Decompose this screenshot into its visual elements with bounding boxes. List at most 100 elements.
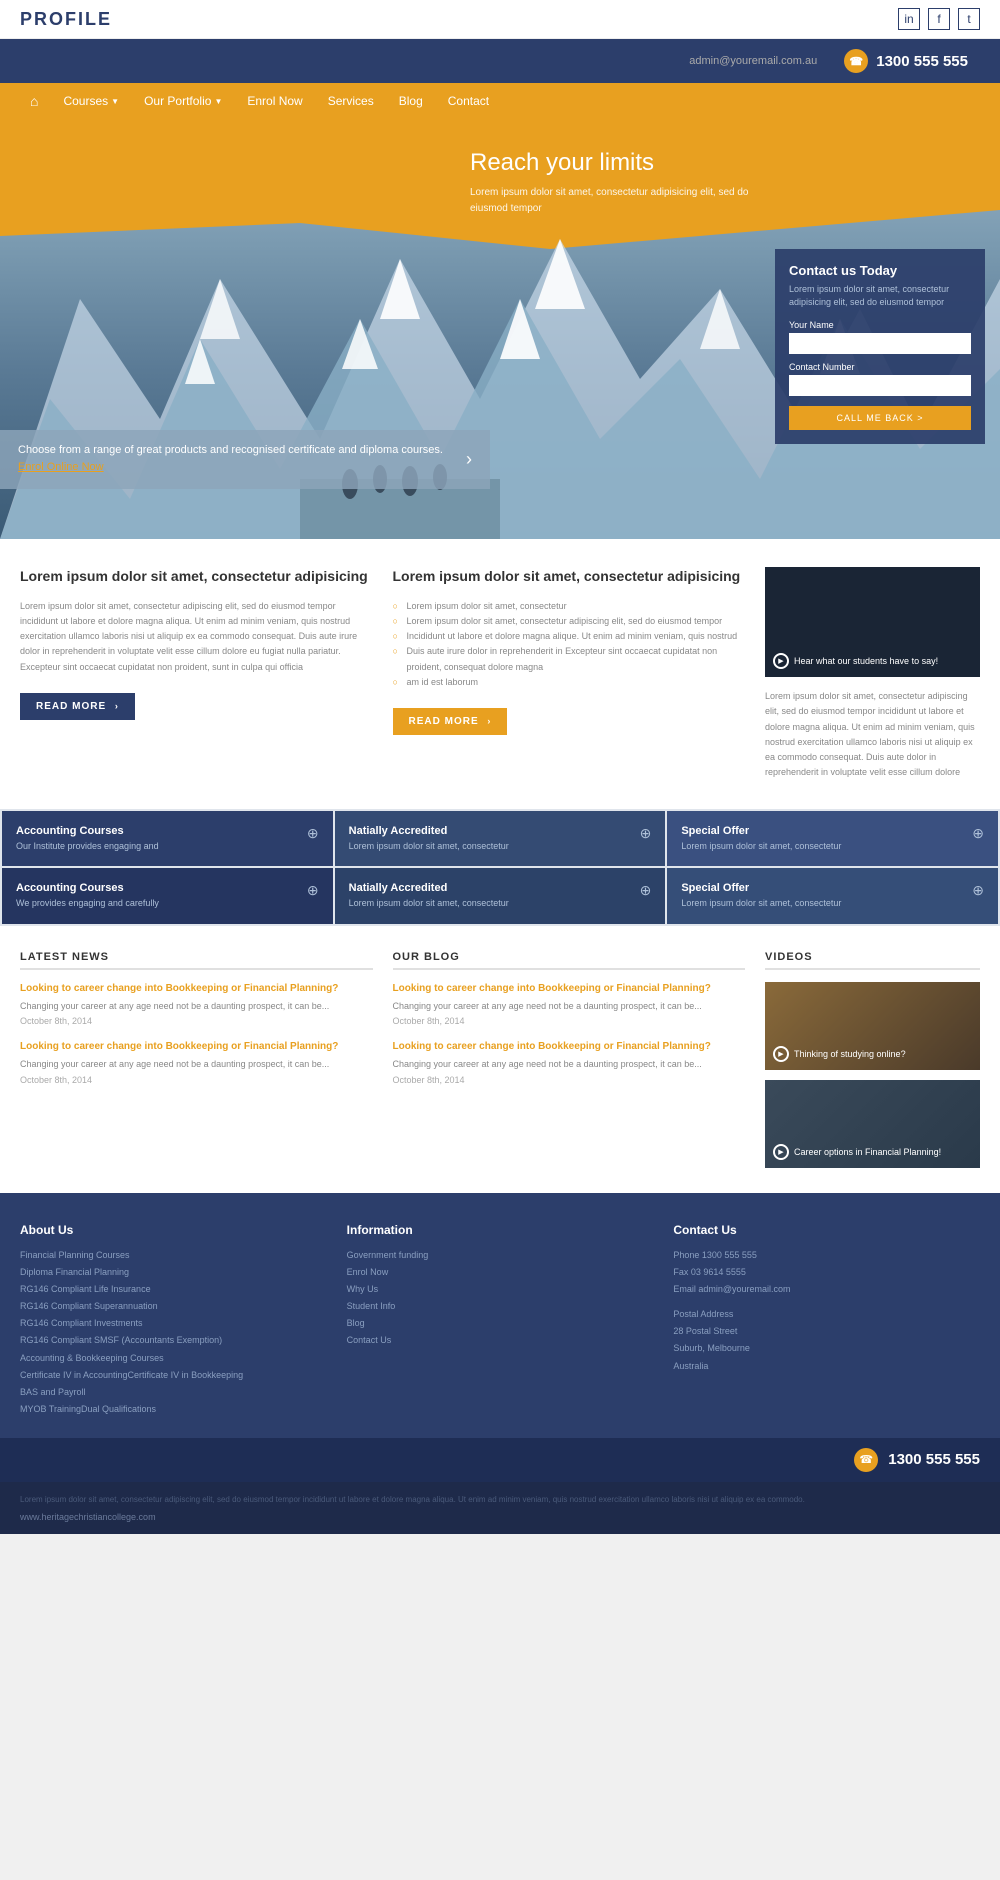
- footer-link[interactable]: Certificate IV in AccountingCertificate …: [20, 1367, 327, 1384]
- banner-strip: Choose from a range of great products an…: [0, 430, 490, 489]
- list-item: ○Lorem ipsum dolor sit amet, consectetur…: [393, 614, 746, 629]
- nav-courses[interactable]: Courses ▼: [53, 84, 129, 118]
- footer-about: About Us Financial Planning Courses Dipl…: [20, 1223, 327, 1418]
- blog-date-1: October 8th, 2014: [393, 1016, 746, 1026]
- feature-item[interactable]: Accounting Courses We provides engaging …: [2, 868, 333, 924]
- play-icon-1[interactable]: ▶: [773, 1046, 789, 1062]
- feature-item[interactable]: Special Offer Lorem ipsum dolor sit amet…: [667, 811, 998, 867]
- hero-text: Reach your limits Lorem ipsum dolor sit …: [470, 149, 750, 217]
- footer-info-links: Government funding Enrol Now Why Us Stud…: [347, 1247, 654, 1350]
- banner-arrow[interactable]: ›: [466, 449, 472, 470]
- play-icon-2[interactable]: ▶: [773, 1144, 789, 1160]
- video-thumbnail[interactable]: ▶ Hear what our students have to say!: [765, 567, 980, 677]
- play-button[interactable]: ▶: [773, 653, 789, 669]
- footer-info-title: Information: [347, 1223, 654, 1237]
- feature-title: Natially Accredited: [349, 825, 509, 837]
- facebook-icon[interactable]: f: [928, 8, 950, 30]
- footer-link[interactable]: Government funding: [347, 1247, 654, 1264]
- video-thumb-2[interactable]: ▶ Career options in Financial Planning!: [765, 1080, 980, 1168]
- call-me-back-button[interactable]: CALL ME BACK >: [789, 406, 971, 430]
- blog-link-2[interactable]: Looking to career change into Bookkeepin…: [393, 1040, 746, 1054]
- footer-bottom: Lorem ipsum dolor sit amet, consectetur …: [0, 1482, 1000, 1534]
- nav-home[interactable]: ⌂: [20, 83, 48, 119]
- read-more-button-1[interactable]: READ MORE ›: [20, 693, 135, 720]
- footer-link[interactable]: Accounting & Bookkeeping Courses: [20, 1350, 327, 1367]
- content-col1-body: Lorem ipsum dolor sit amet, consectetur …: [20, 599, 373, 675]
- email-address: admin@youremail.com.au: [20, 55, 832, 67]
- search-icon: ⊕: [307, 882, 319, 899]
- blog-heading: OUR BLOG: [393, 951, 746, 970]
- blog-link-1[interactable]: Looking to career change into Bookkeepin…: [393, 982, 746, 996]
- news-date-2: October 8th, 2014: [20, 1075, 373, 1085]
- hero-section: Reach your limits Lorem ipsum dolor sit …: [0, 119, 1000, 539]
- footer-link[interactable]: Student Info: [347, 1298, 654, 1315]
- footer-url: www.heritagechristiancollege.com: [20, 1512, 980, 1522]
- feature-title: Special Offer: [681, 825, 841, 837]
- linkedin-icon[interactable]: in: [898, 8, 920, 30]
- feature-desc: Lorem ipsum dolor sit amet, consectetur: [681, 897, 841, 910]
- footer-link[interactable]: Contact Us: [347, 1332, 654, 1349]
- contact-form-card: Contact us Today Lorem ipsum dolor sit a…: [775, 249, 985, 444]
- search-icon: ⊕: [640, 825, 652, 842]
- feature-item[interactable]: Natially Accredited Lorem ipsum dolor si…: [335, 811, 666, 867]
- news-desc-1: Changing your career at any age need not…: [20, 1000, 373, 1014]
- nav-contact[interactable]: Contact: [438, 84, 499, 118]
- news-item-2: Looking to career change into Bookkeepin…: [20, 1040, 373, 1085]
- content-col1-title: Lorem ipsum dolor sit amet, consectetur …: [20, 567, 373, 587]
- footer-link[interactable]: RG146 Compliant SMSF (Accountants Exempt…: [20, 1332, 327, 1349]
- footer-link[interactable]: Why Us: [347, 1281, 654, 1298]
- footer-link[interactable]: RG146 Compliant Life Insurance: [20, 1281, 327, 1298]
- footer-phone-icon: ☎: [854, 1448, 878, 1472]
- footer-link[interactable]: RG146 Compliant Superannuation: [20, 1298, 327, 1315]
- list-item: ○am id est laborum: [393, 675, 746, 690]
- footer-link[interactable]: MYOB TrainingDual Qualifications: [20, 1401, 327, 1418]
- twitter-icon[interactable]: t: [958, 8, 980, 30]
- news-heading: LATEST NEWS: [20, 951, 373, 970]
- footer-link[interactable]: Diploma Financial Planning: [20, 1264, 327, 1281]
- footer-about-links: Financial Planning Courses Diploma Finan…: [20, 1247, 327, 1418]
- footer-link[interactable]: Blog: [347, 1315, 654, 1332]
- feature-item[interactable]: Natially Accredited Lorem ipsum dolor si…: [335, 868, 666, 924]
- footer-contact: Contact Us Phone 1300 555 555 Fax 03 961…: [673, 1223, 980, 1418]
- feature-item[interactable]: Special Offer Lorem ipsum dolor sit amet…: [667, 868, 998, 924]
- footer-link[interactable]: Enrol Now: [347, 1264, 654, 1281]
- name-input[interactable]: [789, 333, 971, 354]
- nav-services[interactable]: Services: [318, 84, 384, 118]
- nav-enrol[interactable]: Enrol Now: [237, 84, 312, 118]
- footer-phone-bar: ☎ 1300 555 555: [0, 1438, 1000, 1482]
- video-label-1: ▶ Thinking of studying online?: [773, 1046, 906, 1062]
- footer-link[interactable]: BAS and Payroll: [20, 1384, 327, 1401]
- video-label-2: ▶ Career options in Financial Planning!: [773, 1144, 941, 1160]
- blog-date-2: October 8th, 2014: [393, 1075, 746, 1085]
- video-thumb-1[interactable]: ▶ Thinking of studying online?: [765, 982, 980, 1070]
- footer-link[interactable]: Financial Planning Courses: [20, 1247, 327, 1264]
- blog-col: OUR BLOG Looking to career change into B…: [393, 951, 746, 1168]
- footer-information: Information Government funding Enrol Now…: [347, 1223, 654, 1418]
- footer-link[interactable]: RG146 Compliant Investments: [20, 1315, 327, 1332]
- footer: About Us Financial Planning Courses Dipl…: [0, 1193, 1000, 1482]
- social-icons: in f t: [898, 8, 980, 30]
- footer-grid: About Us Financial Planning Courses Dipl…: [20, 1223, 980, 1418]
- read-more-button-2[interactable]: READ MORE ›: [393, 708, 508, 735]
- enrol-link[interactable]: Enrol Online Now: [18, 461, 104, 473]
- news-link-2[interactable]: Looking to career change into Bookkeepin…: [20, 1040, 373, 1054]
- footer-contact-title: Contact Us: [673, 1223, 980, 1237]
- search-icon: ⊕: [972, 825, 984, 842]
- video-label: ▶ Hear what our students have to say!: [773, 653, 938, 669]
- contact-bar: admin@youremail.com.au ☎ 1300 555 555: [0, 39, 1000, 83]
- blog-item-1: Looking to career change into Bookkeepin…: [393, 982, 746, 1027]
- feature-item[interactable]: Accounting Courses Our Institute provide…: [2, 811, 333, 867]
- list-item: ○Duis aute irure dolor in reprehenderit …: [393, 644, 746, 675]
- footer-fax: Fax 03 9614 5555: [673, 1264, 980, 1281]
- footer-phone: Phone 1300 555 555: [673, 1247, 980, 1264]
- phone-number: 1300 555 555: [876, 53, 968, 70]
- feature-desc: Lorem ipsum dolor sit amet, consectetur: [681, 840, 841, 853]
- nav-blog[interactable]: Blog: [389, 84, 433, 118]
- feature-desc: We provides engaging and carefully: [16, 897, 159, 910]
- search-icon: ⊕: [972, 882, 984, 899]
- number-label: Contact Number: [789, 362, 971, 372]
- nav-portfolio[interactable]: Our Portfolio ▼: [134, 84, 232, 118]
- number-input[interactable]: [789, 375, 971, 396]
- news-link-1[interactable]: Looking to career change into Bookkeepin…: [20, 982, 373, 996]
- footer-phone-number: 1300 555 555: [888, 1451, 980, 1468]
